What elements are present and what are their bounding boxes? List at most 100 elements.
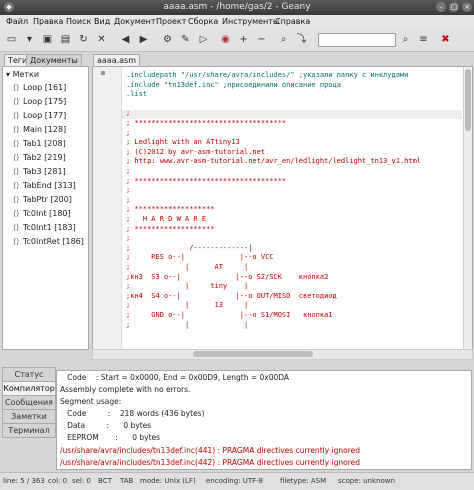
fold-marker-icon[interactable] <box>101 71 105 75</box>
menu-view[interactable]: Вид <box>94 17 110 26</box>
tree-item-label: Loop [177] <box>23 111 67 120</box>
tree-item-label: TabEnd [313] <box>23 181 76 190</box>
tree-item-label: Main [128] <box>23 125 67 134</box>
code-line: ; | AT | <box>126 263 249 271</box>
code-line: .include "tn13def.inc" ;присоединили опи… <box>126 80 341 89</box>
tree-item[interactable]: ⟨⟩ TabPtr [200] <box>13 195 72 204</box>
menu-file[interactable]: Файл <box>6 17 28 26</box>
tab-compiler[interactable]: Компилятор <box>2 381 56 396</box>
tree-item[interactable]: ⟨⟩ Tab3 [281] <box>13 167 66 176</box>
horizontal-scrollbar[interactable] <box>92 349 473 360</box>
code-line: ; | 13 | <box>126 301 249 310</box>
label-icon: ⟨⟩ <box>13 223 20 232</box>
status-scope: scope: unknown <box>338 477 395 485</box>
run-icon[interactable]: ▷ <box>196 32 211 47</box>
output-error-line[interactable]: /usr/share/avra/includes/tn13def.inc(442… <box>60 458 360 467</box>
tree-root[interactable]: ▾ Метки <box>6 70 39 79</box>
tree-item[interactable]: ⟨⟩ Tab2 [219] <box>13 153 66 162</box>
code-line: ; <box>126 167 131 175</box>
compiler-output[interactable]: Code : Start = 0x0000, End = 0x00D9, Len… <box>56 370 472 470</box>
code-line: ; | | <box>126 320 249 329</box>
tree-item[interactable]: ⟨⟩ Loop [161] <box>13 83 66 92</box>
menu-document[interactable]: Документ <box>114 17 156 26</box>
tree-item[interactable]: ⟨⟩ Tab1 [208] <box>13 139 66 148</box>
menu-build[interactable]: Сборка <box>188 17 218 26</box>
code-line: ;кн3 S3 o--| |--o S2/SCK кнопка2 <box>126 272 329 281</box>
quit-icon[interactable]: ✖ <box>438 32 453 47</box>
label-icon: ⟨⟩ <box>13 181 20 190</box>
window-title: aaaa.asm - /home/gas/2 - Geany <box>163 2 311 12</box>
tree-item-label: Tc0Int [180] <box>23 209 71 218</box>
jump-icon[interactable]: ⤵ <box>294 32 309 47</box>
scrollbar-thumb[interactable] <box>465 69 471 131</box>
close-file-icon[interactable]: ✕ <box>94 32 109 47</box>
code-line: .list <box>126 90 148 99</box>
tree-item[interactable]: ⟨⟩ Tc0Int1 [183] <box>13 223 76 232</box>
current-line-highlight <box>122 110 462 119</box>
tab-terminal[interactable]: Терминал <box>2 423 56 438</box>
forward-icon[interactable]: ▶ <box>136 32 151 47</box>
code-line: ; ******************* <box>126 205 215 214</box>
tree-item[interactable]: ⟨⟩ Loop [175] <box>13 97 66 106</box>
tree-item[interactable]: ⟨⟩ Tc0Int [180] <box>13 209 71 218</box>
code-line: ; <box>126 109 131 118</box>
menu-search[interactable]: Поиск <box>66 17 91 26</box>
minimize-icon[interactable]: – <box>436 2 446 12</box>
status-col: col: 0 <box>48 477 68 485</box>
output-line: Segment usage: <box>60 397 122 406</box>
color-chooser-icon[interactable]: ◉ <box>218 32 233 47</box>
status-insert-mode: ВСТ <box>98 477 112 485</box>
zoom-out-icon[interactable]: − <box>254 32 269 47</box>
preferences-icon[interactable]: ≡ <box>416 32 431 47</box>
search-input[interactable] <box>318 33 396 47</box>
code-line: .includepath "/usr/share/avra/includes/"… <box>126 71 409 79</box>
expander-icon[interactable]: ▾ <box>6 70 10 79</box>
status-encoding: encoding: UTF-8 <box>206 477 264 485</box>
tab-editor-file[interactable]: aaaa.asm <box>93 54 141 66</box>
tree-item[interactable]: ⟨⟩ Loop [177] <box>13 111 66 120</box>
output-error-line[interactable]: /usr/share/avra/includes/tn13def.inc(441… <box>60 446 360 455</box>
tree-item-label: Tab1 [208] <box>23 139 66 148</box>
tab-notes[interactable]: Заметки <box>2 409 56 424</box>
open-file-icon[interactable]: ▾ <box>22 32 37 47</box>
menu-project[interactable]: Проект <box>156 17 186 26</box>
code-line: ;кн4 S4 o--| |--o OUT/MISO светодиод <box>126 291 337 300</box>
code-editor[interactable]: .includepath "/usr/share/avra/includes/"… <box>92 66 473 350</box>
code-line: ; <box>126 186 131 195</box>
find-icon[interactable]: ⌕ <box>276 32 291 47</box>
menu-help[interactable]: Справка <box>275 17 310 26</box>
code-line: ; ************************************ <box>126 119 287 127</box>
new-file-icon[interactable]: ▭ <box>4 32 19 47</box>
find-next-icon[interactable]: ⌕ <box>398 32 413 47</box>
label-icon: ⟨⟩ <box>13 195 20 204</box>
tree-item[interactable]: ⟨⟩ TabEnd [313] <box>13 181 76 190</box>
line-number-gutter <box>93 67 122 349</box>
label-icon: ⟨⟩ <box>13 139 20 148</box>
code-line: ; <box>126 195 131 204</box>
zoom-in-icon[interactable]: + <box>236 32 251 47</box>
save-icon[interactable]: ▣ <box>40 32 55 47</box>
back-icon[interactable]: ◀ <box>118 32 133 47</box>
vertical-scrollbar[interactable] <box>463 67 472 349</box>
scrollbar-thumb[interactable] <box>193 351 313 357</box>
revert-icon[interactable]: ↻ <box>76 32 91 47</box>
save-all-icon[interactable]: ▤ <box>58 32 73 47</box>
close-icon[interactable]: × <box>462 2 472 12</box>
tab-documents[interactable]: Документы <box>26 54 82 66</box>
tree-item[interactable]: ⟨⟩ Tc0IntRet [186] <box>13 237 84 246</box>
code-line: ; GND o--| |--o S1/MOSI кнопка1 <box>126 311 333 319</box>
label-icon: ⟨⟩ <box>13 167 20 176</box>
tree-item-label: Tab2 [219] <box>23 153 66 162</box>
tree-item[interactable]: ⟨⟩ Main [128] <box>13 125 66 134</box>
maximize-icon[interactable]: □ <box>449 2 459 12</box>
label-icon: ⟨⟩ <box>13 237 20 246</box>
compile-icon[interactable]: ⚙ <box>160 32 175 47</box>
tab-messages[interactable]: Сообщения <box>2 395 56 410</box>
menu-edit[interactable]: Правка <box>33 17 63 26</box>
build-icon[interactable]: ✎ <box>178 32 193 47</box>
menu-tools[interactable]: Инструменты <box>222 17 279 26</box>
tab-status[interactable]: Статус <box>2 367 56 382</box>
title-bar: ◆ aaaa.asm - /home/gas/2 - Geany – □ × <box>0 0 474 15</box>
output-line: Code : Start = 0x0000, End = 0x00D9, Len… <box>60 373 290 382</box>
status-sel: sel: 0 <box>72 477 91 485</box>
